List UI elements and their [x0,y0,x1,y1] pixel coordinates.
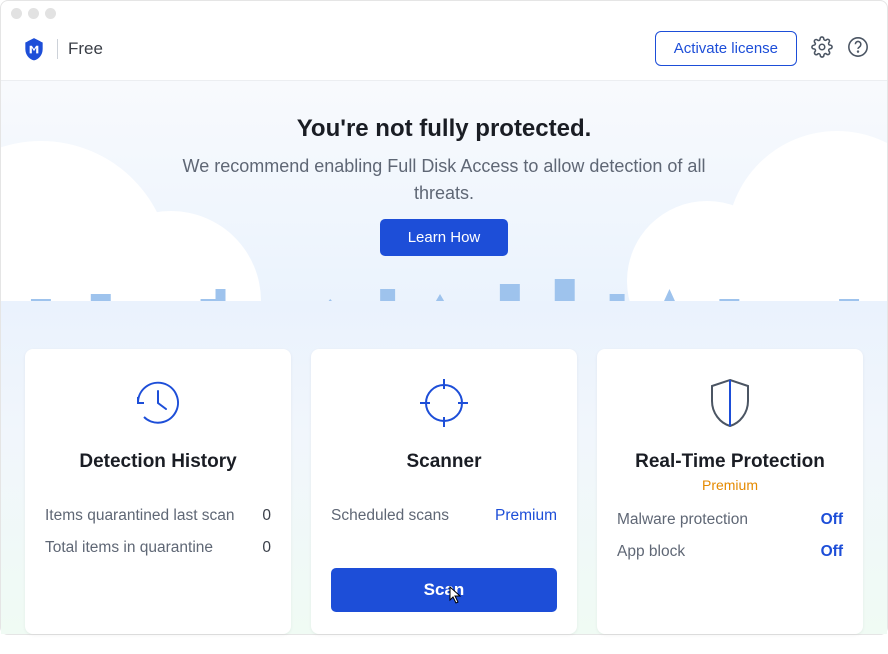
premium-link[interactable]: Premium [495,507,557,525]
realtime-protection-card: Real-Time Protection Premium Malware pro… [597,349,863,634]
stat-label: App block [617,543,685,561]
scan-button[interactable]: Scan [331,568,557,612]
malware-protection-row: Malware protection Off [617,511,843,529]
app-block-toggle[interactable]: Off [821,543,843,561]
detection-history-card: Detection History Items quarantined last… [25,349,291,634]
card-title: Real-Time Protection [617,451,843,473]
help-button[interactable] [847,36,869,61]
scan-button-label: Scan [424,580,465,599]
card-title: Scanner [331,451,557,473]
hero-subtitle: We recommend enabling Full Disk Access t… [174,153,714,207]
activate-license-button[interactable]: Activate license [655,31,797,66]
malware-protection-toggle[interactable]: Off [821,511,843,529]
history-icon [45,375,271,431]
close-window-icon[interactable] [11,8,22,19]
help-icon [847,36,869,61]
scheduled-scans-row: Scheduled scans Premium [331,507,557,525]
app-header: Free Activate license [1,25,887,81]
stat-label: Total items in quarantine [45,539,213,557]
plan-label: Free [68,39,103,59]
crosshair-icon [331,375,557,431]
total-quarantine-row: Total items in quarantine 0 [45,539,271,557]
minimize-window-icon[interactable] [28,8,39,19]
cards-row: Detection History Items quarantined last… [1,329,887,654]
stat-label: Items quarantined last scan [45,507,235,525]
logo-group: Free [21,36,103,62]
premium-badge: Premium [617,477,843,493]
stat-value: 0 [262,539,271,557]
hero-banner: You're not fully protected. We recommend… [1,81,887,329]
card-title: Detection History [45,451,271,473]
stat-label: Scheduled scans [331,507,449,525]
settings-button[interactable] [811,36,833,61]
logo-divider [57,39,58,59]
scanner-card: Scanner Scheduled scans Premium Scan [311,349,577,634]
quarantined-last-scan-row: Items quarantined last scan 0 [45,507,271,525]
stat-value: 0 [262,507,271,525]
gear-icon [811,36,833,61]
hero-title: You're not fully protected. [1,115,887,143]
maximize-window-icon[interactable] [45,8,56,19]
learn-how-button[interactable]: Learn How [380,219,509,256]
shield-icon [617,375,843,431]
app-block-row: App block Off [617,543,843,561]
stat-label: Malware protection [617,511,748,529]
window-titlebar [1,1,887,25]
malwarebytes-logo-icon [21,36,47,62]
